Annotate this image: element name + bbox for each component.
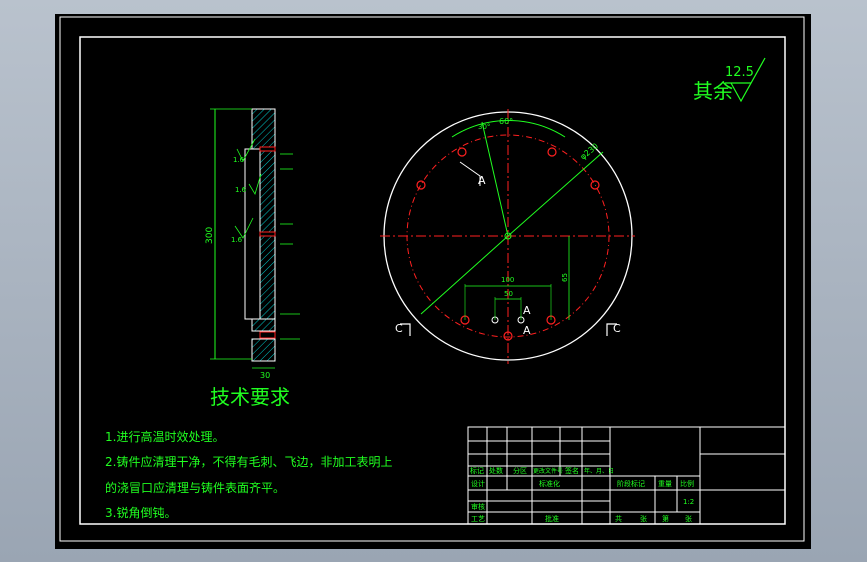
tb-sheets-unit-1: 张 xyxy=(640,514,647,523)
vdim-65-text: 65 xyxy=(561,273,569,282)
diameter-dim-text: φ230 xyxy=(579,141,601,161)
hdim-100-text: 100 xyxy=(501,276,514,284)
tb-weight: 重量 xyxy=(658,480,672,488)
bottom-dim-text: 30 xyxy=(260,371,270,380)
section-label-a-lower-2: A xyxy=(523,324,531,337)
tb-zone: 分区 xyxy=(513,466,527,475)
inner-frame xyxy=(79,36,786,525)
tb-review: 审核 xyxy=(471,502,485,511)
height-dim-text: 300 xyxy=(205,227,215,244)
tb-process: 工艺 xyxy=(471,515,485,523)
bolt-hole xyxy=(547,147,557,157)
tech-item-4: 3.锐角倒钝。 xyxy=(105,506,176,520)
svg-text:1.6: 1.6 xyxy=(235,186,247,194)
tb-change-doc: 更改文件号 xyxy=(533,467,563,475)
section-roughness-2: 1.6 xyxy=(235,173,262,195)
angle-dim-text: 60° xyxy=(499,117,513,126)
section-roughness-3: 1.6 xyxy=(231,217,254,244)
bolt-hole xyxy=(416,180,426,190)
svg-text:1.6: 1.6 xyxy=(231,236,243,244)
svg-text:1.6: 1.6 xyxy=(233,156,245,164)
tech-item-3: 的浇冒口应清理与铸件表面齐平。 xyxy=(105,480,285,495)
section-view: 300 30 1.6 1.6 1.6 xyxy=(205,108,300,380)
diameter-leader-1 xyxy=(507,151,604,237)
tb-scale-value: 1:2 xyxy=(683,498,694,506)
section-step-outline xyxy=(244,148,252,320)
tech-item-1: 1.进行高温时效处理。 xyxy=(105,429,224,444)
tb-approve: 批准 xyxy=(545,514,559,523)
tb-sheets-no: 第 xyxy=(662,514,669,523)
tb-mark: 标记 xyxy=(470,466,484,475)
section-hole-bottom xyxy=(259,331,276,339)
section-hole-top xyxy=(259,146,276,152)
angle-leader-1 xyxy=(481,121,509,237)
section-label-a-upper: A xyxy=(478,174,486,187)
tech-requirements: 技术要求 1.进行高温时效处理。 2.铸件应清理干净，不得有毛刺、飞边，非加工表… xyxy=(105,385,392,520)
tb-sheets-total: 共 xyxy=(615,514,622,523)
section-hole-mid xyxy=(259,231,276,237)
tb-sheets-unit-2: 张 xyxy=(685,514,692,523)
section-lower-block xyxy=(251,318,276,332)
section-label-a-lower-1: A xyxy=(523,304,531,317)
title-block xyxy=(467,426,786,525)
section-base xyxy=(251,338,276,362)
section-label-c-right: C xyxy=(613,322,621,335)
cad-viewport[interactable]: 其余 12.5 300 30 1.6 1.6 1.6 60° 30° φ230 … xyxy=(55,14,811,549)
section-arrow-upper xyxy=(459,161,481,186)
bolt-hole xyxy=(590,180,600,190)
roughness-value: 12.5 xyxy=(725,65,754,80)
tb-scale: 比例 xyxy=(680,479,694,488)
section-label-c-left: C xyxy=(395,322,403,335)
tb-stage-mark: 阶段标记 xyxy=(617,479,645,488)
roughness-symbol: 其余 12.5 xyxy=(693,57,766,103)
tb-sign: 签名 xyxy=(565,466,579,475)
tech-requirements-title: 技术要求 xyxy=(210,385,290,409)
tb-count: 处数 xyxy=(489,466,503,475)
tech-item-2: 2.铸件应清理干净，不得有毛刺、飞边，非加工表明上 xyxy=(105,454,392,469)
cad-drawing: 其余 12.5 300 30 1.6 1.6 1.6 60° 30° φ230 … xyxy=(59,16,805,542)
tb-date: 年、月、日 xyxy=(584,467,614,475)
plan-view: 60° 30° φ230 A A A C C 100 50 65 xyxy=(380,109,635,364)
section-top-block xyxy=(251,108,276,150)
bolt-hole xyxy=(457,147,467,157)
tb-design: 设计 xyxy=(471,479,485,488)
tb-standardization: 标准化 xyxy=(539,479,560,488)
hdim-50-text: 50 xyxy=(504,290,513,298)
